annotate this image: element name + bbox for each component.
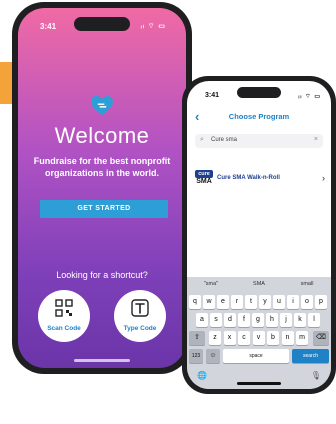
key-e[interactable]: e [217,295,229,309]
key-h[interactable]: h [266,313,278,327]
clear-icon[interactable]: × [314,136,318,143]
key-k[interactable]: k [294,313,306,327]
globe-icon[interactable]: 🌐 [197,371,207,380]
shortcut-text: Looking for a shortcut? [56,270,148,280]
key-l[interactable]: l [308,313,320,327]
scan-code-button[interactable]: Scan Code [38,290,90,342]
key-n[interactable]: n [281,331,294,345]
status-time: 3:41 [205,92,220,99]
home-indicator [74,359,130,362]
key-row-1: qwertyuiop [189,295,329,309]
key-y[interactable]: y [259,295,271,309]
key-c[interactable]: c [238,331,250,345]
phone-choose-program: 3:41 ᵢₗ ⌔ ▭ ‹ Choose Program ⌕ Cure sma … [182,76,336,394]
space-key[interactable]: space [223,349,289,363]
microphone-icon[interactable]: 🎙 [311,371,321,380]
emoji-key[interactable]: ☺ [206,349,220,363]
type-text-icon [131,299,149,317]
search-icon: ⌕ [200,136,204,143]
key-i[interactable]: i [287,295,299,309]
page-title: Choose Program [228,112,290,121]
welcome-screen: 3:41 ᵢₗ ⌔ ▭ Welcome Fundraise for the be… [18,8,186,368]
status-icons: ᵢₗ ⌔ ▭ [140,23,166,30]
keyboard: "sma" SMA small qwertyuiop asdfghjkl ⇧ ⌫… [187,277,331,389]
type-code-button[interactable]: Type Code [114,290,166,342]
keyboard-bottom: 🌐 🎙 [187,369,331,389]
suggestion[interactable]: small [283,277,331,291]
tagline: Fundraise for the best nonprofit organiz… [33,156,171,178]
key-v[interactable]: v [252,331,265,345]
home-indicator [237,382,281,385]
search-key[interactable]: search [292,349,329,363]
welcome-title: Welcome [54,123,150,148]
search-value: Cure sma [211,137,238,143]
cure-sma-logo: cure SMA [195,170,213,188]
key-o[interactable]: o [301,295,313,309]
shift-key[interactable]: ⇧ [189,331,205,345]
phone-welcome: 3:41 ᵢₗ ⌔ ▭ Welcome Fundraise for the be… [12,2,192,374]
status-time: 3:41 [40,22,57,31]
key-a[interactable]: a [196,313,208,327]
key-row-4: 123 ☺ space search [189,349,329,363]
qr-code-icon [55,299,73,317]
list-item[interactable]: cure SMA Cure SMA Walk-n-Roll › [195,169,325,189]
key-x[interactable]: x [223,331,236,345]
key-b[interactable]: b [267,331,279,345]
key-p[interactable]: p [315,295,327,309]
status-icons: ᵢₗ ⌔ ▭ [298,94,321,100]
key-j[interactable]: j [280,313,292,327]
status-bar: 3:41 ᵢₗ ⌔ ▭ [40,22,166,32]
numbers-key[interactable]: 123 [189,349,203,363]
key-f[interactable]: f [238,313,250,327]
scan-code-label: Scan Code [47,325,81,332]
key-m[interactable]: m [296,331,308,345]
logo-bottom-text: SMA [196,178,212,185]
get-started-button[interactable]: GET STARTED [40,200,168,218]
chevron-right-icon: › [322,173,325,183]
key-d[interactable]: d [224,313,236,327]
keyboard-suggestions: "sma" SMA small [187,277,331,291]
status-bar: 3:41 ᵢₗ ⌔ ▭ [205,92,321,100]
suggestion[interactable]: SMA [235,277,283,291]
key-w[interactable]: w [203,295,215,309]
backspace-key[interactable]: ⌫ [313,331,329,345]
heart-logo-icon [91,96,113,116]
key-s[interactable]: s [210,313,222,327]
key-r[interactable]: r [231,295,243,309]
key-q[interactable]: q [189,295,201,309]
key-z[interactable]: z [209,331,221,345]
key-t[interactable]: t [245,295,257,309]
key-g[interactable]: g [252,313,264,327]
key-row-3: ⇧ ⌫ zxcvbnm [189,331,329,345]
type-code-label: Type Code [123,325,157,332]
key-row-2: asdfghjkl [189,313,329,327]
search-input[interactable]: ⌕ Cure sma × [195,134,323,148]
program-name: Cure SMA Walk-n-Roll [217,175,280,181]
logo-top-text: cure [195,170,213,178]
key-u[interactable]: u [273,295,285,309]
choose-program-screen: 3:41 ᵢₗ ⌔ ▭ ‹ Choose Program ⌕ Cure sma … [187,81,331,389]
suggestion[interactable]: "sma" [187,277,235,291]
